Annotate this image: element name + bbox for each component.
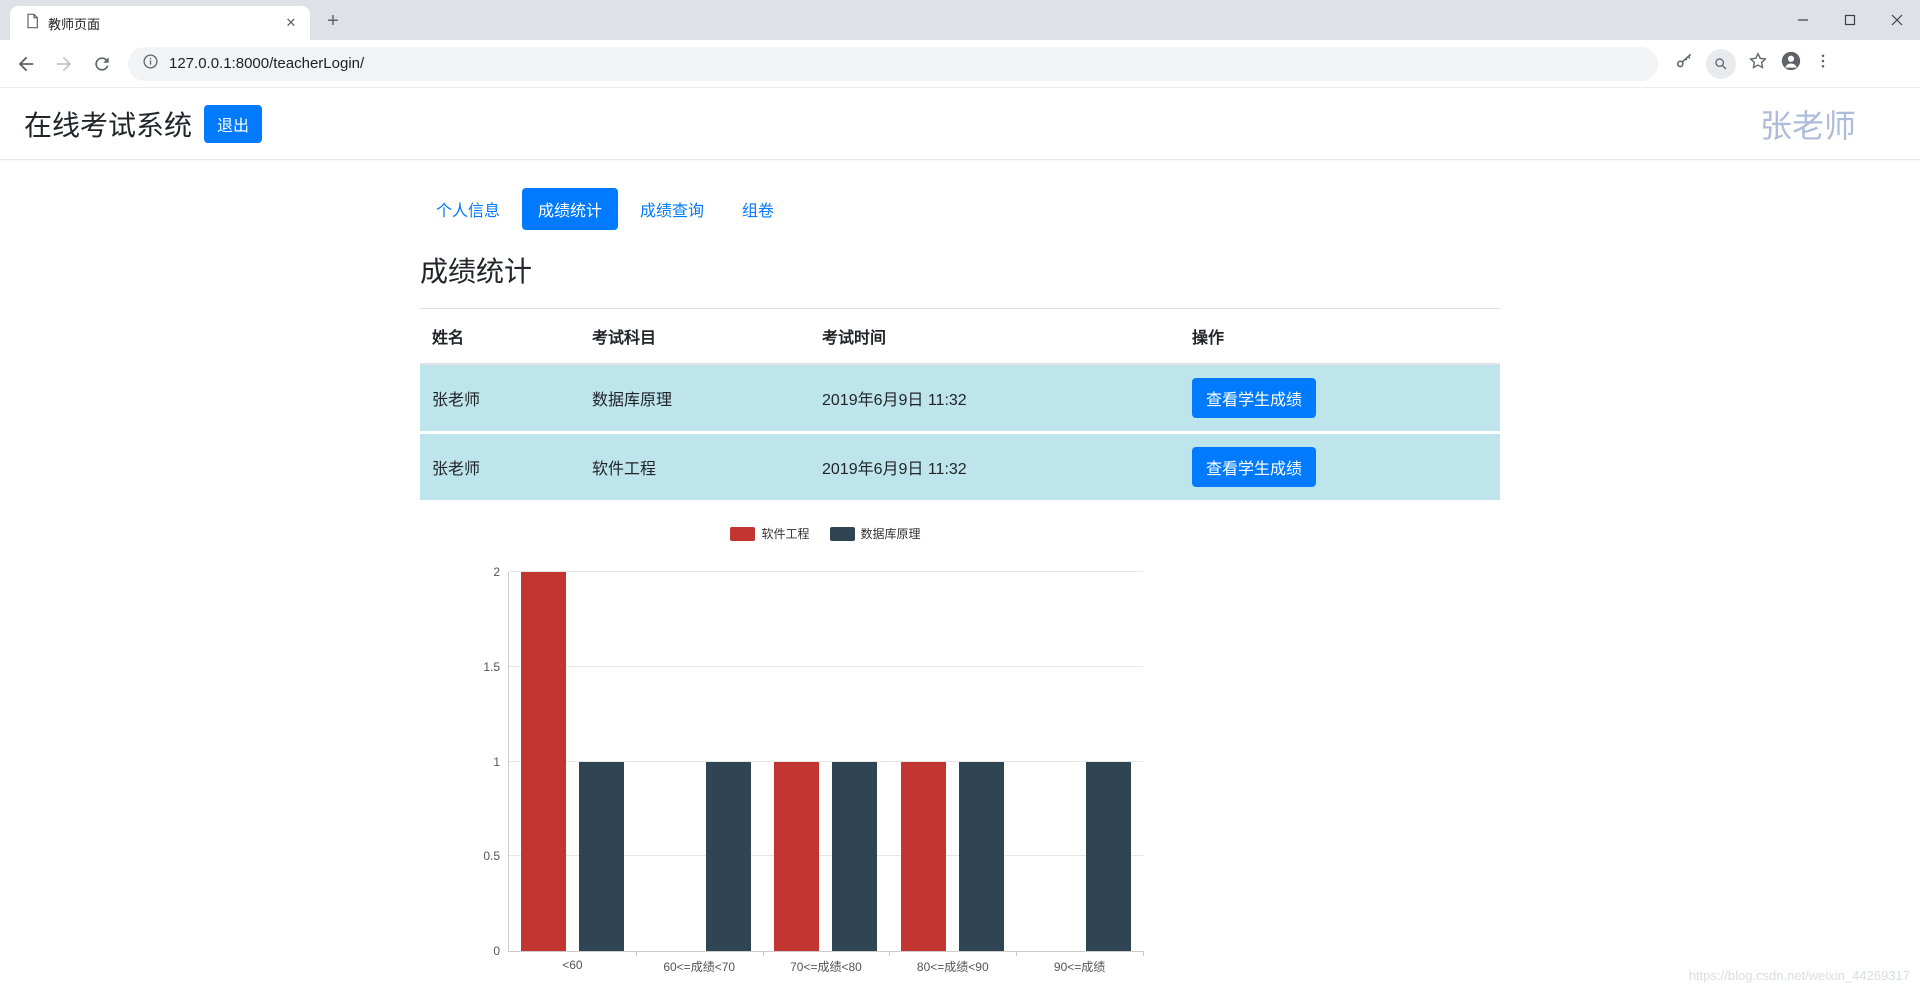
window-maximize-button[interactable]	[1826, 0, 1873, 40]
chart-category-cell: 80<=成绩<90	[889, 572, 1016, 951]
table-header-row: 姓名 考试科目 考试时间 操作	[420, 309, 1500, 365]
bar-数据库原理	[959, 762, 1004, 952]
address-bar[interactable]: 127.0.0.1:8000/teacherLogin/	[128, 47, 1658, 81]
x-axis-tick-label: 60<=成绩<70	[636, 958, 763, 975]
header-time: 考试时间	[810, 309, 1180, 365]
bar-软件工程	[521, 572, 566, 951]
x-axis-tick-label: 80<=成绩<90	[889, 958, 1016, 975]
browser-tabstrip: 教师页面 ✕ +	[0, 0, 1920, 40]
legend-item[interactable]: 软件工程	[730, 525, 809, 542]
tab-score-query[interactable]: 成绩查询	[624, 188, 720, 230]
bar-软件工程	[901, 762, 946, 952]
cell-time: 2019年6月9日 11:32	[810, 433, 1180, 502]
y-axis-tick-label: 0.5	[483, 849, 500, 863]
exam-table: 姓名 考试科目 考试时间 操作 张老师 数据库原理 2019年6月9日 11:3…	[420, 308, 1500, 503]
window-close-button[interactable]	[1873, 0, 1920, 40]
back-button[interactable]	[8, 46, 44, 82]
browser-tab[interactable]: 教师页面 ✕	[10, 6, 310, 40]
chart-category-cell: <60	[509, 572, 636, 951]
site-brand: 在线考试系统	[24, 104, 192, 144]
x-axis-tick-label: 90<=成绩	[1016, 958, 1143, 975]
teacher-name: 张老师	[1760, 101, 1856, 147]
toolbar-right-icons	[1666, 49, 1840, 79]
browser-tab-title: 教师页面	[48, 14, 274, 33]
csdn-watermark: https://blog.csdn.net/weixin_44269317	[1689, 968, 1910, 983]
tab-score-statistics[interactable]: 成绩统计	[522, 188, 618, 230]
bar-软件工程	[774, 762, 819, 952]
main-content: 个人信息 成绩统计 成绩查询 组卷 成绩统计 姓名 考试科目 考试时间 操作 张…	[420, 160, 1500, 952]
new-tab-button[interactable]: +	[318, 6, 348, 36]
tab-paper-assembly[interactable]: 组卷	[726, 188, 790, 230]
page-favicon-icon	[24, 13, 40, 34]
legend-swatch	[730, 527, 755, 541]
table-row: 张老师 软件工程 2019年6月9日 11:32 查看学生成绩	[420, 433, 1500, 502]
url-text[interactable]: 127.0.0.1:8000/teacherLogin/	[169, 55, 364, 72]
score-distribution-chart: 软件工程 数据库原理 00.511.52<6060<=成绩<7070<=成绩<80…	[420, 525, 1500, 952]
cell-name: 张老师	[420, 364, 580, 433]
y-axis-tick-label: 1.5	[483, 660, 500, 674]
zoom-indicator-icon[interactable]	[1706, 49, 1736, 79]
x-axis-tick-label: 70<=成绩<80	[763, 958, 890, 975]
legend-label: 数据库原理	[861, 525, 921, 542]
header-action: 操作	[1180, 309, 1500, 365]
bar-数据库原理	[1086, 762, 1131, 952]
site-navbar: 在线考试系统 退出 张老师	[0, 88, 1920, 160]
y-axis-tick-label: 0	[493, 944, 500, 958]
site-info-icon[interactable]	[142, 53, 159, 75]
y-axis-tick-label: 1	[493, 755, 500, 769]
x-axis-tick-label: <60	[509, 958, 636, 972]
chart-legend: 软件工程 数据库原理	[508, 525, 1143, 542]
y-axis-tick-label: 2	[493, 565, 500, 579]
view-student-scores-button[interactable]: 查看学生成绩	[1192, 447, 1316, 487]
bar-数据库原理	[706, 762, 751, 952]
chart-plot-area: 00.511.52<6060<=成绩<7070<=成绩<8080<=成绩<909…	[508, 572, 1143, 952]
browser-menu-icon[interactable]	[1814, 52, 1832, 75]
legend-item[interactable]: 数据库原理	[830, 525, 921, 542]
view-student-scores-button[interactable]: 查看学生成绩	[1192, 378, 1316, 418]
logout-button[interactable]: 退出	[204, 105, 262, 143]
password-key-icon[interactable]	[1674, 51, 1694, 76]
window-minimize-button[interactable]	[1779, 0, 1826, 40]
legend-swatch	[830, 527, 855, 541]
bar-数据库原理	[579, 762, 624, 952]
chart-category-cell: 90<=成绩	[1016, 572, 1143, 951]
legend-label: 软件工程	[761, 525, 809, 542]
nav-tabs: 个人信息 成绩统计 成绩查询 组卷	[420, 188, 1500, 230]
profile-avatar-icon[interactable]	[1780, 50, 1802, 77]
browser-toolbar: 127.0.0.1:8000/teacherLogin/	[0, 40, 1920, 88]
page-title: 成绩统计	[420, 250, 1500, 290]
cell-subject: 软件工程	[580, 433, 810, 502]
tab-personal-info[interactable]: 个人信息	[420, 188, 516, 230]
forward-button[interactable]	[46, 46, 82, 82]
tab-close-icon[interactable]: ✕	[282, 14, 300, 32]
bar-数据库原理	[832, 762, 877, 952]
header-subject: 考试科目	[580, 309, 810, 365]
chart-category-cell: 70<=成绩<80	[763, 572, 890, 951]
cell-time: 2019年6月9日 11:32	[810, 364, 1180, 433]
bookmark-star-icon[interactable]	[1748, 51, 1768, 76]
table-row: 张老师 数据库原理 2019年6月9日 11:32 查看学生成绩	[420, 364, 1500, 433]
window-controls	[1779, 0, 1920, 40]
cell-subject: 数据库原理	[580, 364, 810, 433]
header-name: 姓名	[420, 309, 580, 365]
cell-name: 张老师	[420, 433, 580, 502]
chart-category-cell: 60<=成绩<70	[636, 572, 763, 951]
reload-button[interactable]	[84, 46, 120, 82]
